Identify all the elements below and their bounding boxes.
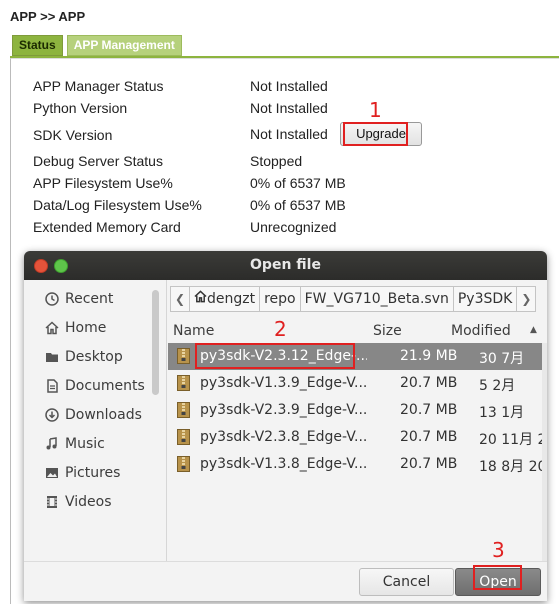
file-row[interactable]: py3sdk-V1.3.9_Edge-V... 20.7 MB 5 2月 (168, 370, 543, 397)
file-row[interactable]: py3sdk-V1.3.8_Edge-V... 20.7 MB 18 8月 20… (168, 451, 547, 478)
status-value-sdk: Not Installed (250, 126, 328, 142)
file-modified: 30 7月 (479, 351, 525, 367)
sidebar-item-music[interactable]: Music (44, 433, 105, 455)
home-icon (44, 320, 60, 336)
status-value-debug-server: Stopped (250, 153, 303, 169)
tab-app-management[interactable]: APP Management (66, 35, 182, 56)
file-name: py3sdk-V2.3.8_Edge-V... (200, 429, 367, 445)
file-row[interactable]: py3sdk-V2.3.12_Edge-... 21.9 MB 30 7月 (168, 343, 543, 370)
open-button[interactable]: Open (455, 568, 541, 596)
tab-status[interactable]: Status (12, 35, 63, 56)
sidebar-label-videos: Videos (65, 494, 112, 510)
status-label-sdk: SDK Version (33, 127, 113, 143)
path-item-py3sdk[interactable]: Py3SDK (452, 286, 518, 312)
breadcrumb: APP >> APP (10, 9, 86, 24)
document-icon (44, 378, 60, 394)
file-size: 20.7 MB (400, 456, 458, 472)
upgrade-button[interactable]: Upgrade (340, 122, 422, 146)
sidebar-label-documents: Documents (65, 378, 145, 394)
tab-bar: Status APP Management (12, 35, 182, 56)
status-label-memory-card: Extended Memory Card (33, 219, 181, 235)
file-modified: 5 2月 (479, 378, 516, 394)
download-icon (44, 407, 60, 423)
status-label-app-fs: APP Filesystem Use% (33, 175, 173, 191)
sidebar-label-pictures: Pictures (65, 465, 121, 481)
sidebar-item-documents[interactable]: Documents (44, 375, 145, 397)
dialog-title: Open file (250, 257, 321, 273)
picture-icon (44, 465, 60, 481)
path-item-home[interactable]: dengzt (189, 286, 261, 312)
music-icon (44, 436, 60, 452)
column-header-modified[interactable]: Modified (451, 323, 511, 339)
path-bar: ❮ dengzt repo FW_VG710_Beta.svn Py3SDK ❯ (170, 286, 537, 312)
annotation-step-2: 2 (274, 317, 287, 341)
file-size: 20.7 MB (400, 375, 458, 391)
path-back-button[interactable]: ❮ (170, 286, 190, 312)
sidebar-label-downloads: Downloads (65, 407, 142, 423)
file-row[interactable]: py3sdk-V2.3.8_Edge-V... 20.7 MB 20 11月 2… (168, 424, 547, 451)
status-label-data-fs: Data/Log Filesystem Use% (33, 197, 202, 213)
file-name: py3sdk-V1.3.9_Edge-V... (200, 375, 367, 391)
status-value-app-manager: Not Installed (250, 78, 328, 94)
file-row[interactable]: py3sdk-V2.3.9_Edge-V... 20.7 MB 13 1月 (168, 397, 543, 424)
status-value-data-fs: 0% of 6537 MB (250, 197, 346, 213)
file-modified: 13 1月 (479, 405, 525, 421)
file-list-header: Name Size Modified ▲ (168, 321, 547, 343)
sidebar-item-home[interactable]: Home (44, 317, 106, 339)
places-sidebar: Recent Home Desktop Documents Downloads (24, 280, 167, 579)
file-size: 20.7 MB (400, 429, 458, 445)
annotation-step-1: 1 (369, 98, 382, 122)
sidebar-scrollbar[interactable] (152, 290, 159, 395)
status-label-python: Python Version (33, 100, 128, 116)
open-file-dialog: Open file Recent Home Desktop Documents (24, 251, 547, 601)
archive-icon (177, 456, 190, 472)
clock-icon (44, 291, 60, 307)
folder-icon (44, 349, 60, 365)
status-value-python: Not Installed (250, 100, 328, 116)
file-name: py3sdk-V1.3.8_Edge-V... (200, 456, 367, 472)
archive-icon (177, 348, 190, 364)
file-list-scrollbar[interactable] (542, 343, 547, 561)
sidebar-label-desktop: Desktop (65, 349, 123, 365)
column-header-name[interactable]: Name (173, 323, 214, 339)
file-size: 21.9 MB (400, 348, 458, 364)
cancel-button[interactable]: Cancel (359, 568, 454, 596)
path-item-repo[interactable]: repo (259, 286, 301, 312)
path-item-fw[interactable]: FW_VG710_Beta.svn (299, 286, 454, 312)
home-icon (194, 290, 207, 307)
file-name: py3sdk-V2.3.12_Edge-... (200, 348, 367, 364)
column-header-size[interactable]: Size (373, 323, 402, 339)
sidebar-label-recent: Recent (65, 291, 114, 307)
file-modified: 20 11月 2020 (479, 432, 547, 448)
film-icon (44, 494, 60, 510)
sidebar-item-downloads[interactable]: Downloads (44, 404, 142, 426)
dialog-footer: Cancel Open (24, 561, 547, 601)
path-label-home: dengzt (207, 291, 256, 307)
file-name: py3sdk-V2.3.9_Edge-V... (200, 402, 367, 418)
sidebar-label-home: Home (65, 320, 107, 336)
status-label-debug-server: Debug Server Status (33, 153, 163, 169)
sidebar-item-videos[interactable]: Videos (44, 491, 112, 513)
dialog-titlebar[interactable]: Open file (24, 251, 547, 280)
archive-icon (177, 429, 190, 445)
sidebar-item-recent[interactable]: Recent (44, 288, 113, 310)
status-value-memory-card: Unrecognized (250, 219, 337, 235)
archive-icon (177, 375, 190, 391)
status-label-app-manager: APP Manager Status (33, 78, 164, 94)
file-size: 20.7 MB (400, 402, 458, 418)
status-value-app-fs: 0% of 6537 MB (250, 175, 346, 191)
sort-ascending-icon: ▲ (530, 325, 537, 335)
sidebar-item-desktop[interactable]: Desktop (44, 346, 123, 368)
annotation-step-3: 3 (492, 538, 505, 562)
path-forward-button[interactable]: ❯ (516, 286, 537, 312)
sidebar-label-music: Music (65, 436, 105, 452)
file-modified: 18 8月 2020 (479, 459, 547, 475)
sidebar-item-pictures[interactable]: Pictures (44, 462, 120, 484)
archive-icon (177, 402, 190, 418)
